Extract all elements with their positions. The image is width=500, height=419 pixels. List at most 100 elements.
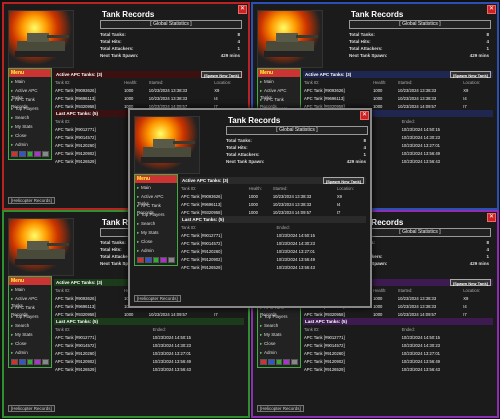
sidebar-item[interactable]: ▸Active APC Tanks: [9, 294, 51, 308]
sidebar-item-label: My Stats: [141, 230, 159, 235]
table-row[interactable]: APC Tank [#9696113] 1000 10/23/2024 13:38:…: [303, 94, 493, 102]
sidebar-item[interactable]: ▸Top Players: [135, 210, 177, 219]
sidebar-item[interactable]: ▸Main: [135, 183, 177, 192]
table-cell: I7: [463, 311, 467, 317]
table-row[interactable]: APC Tank [#9014572] 10/23/2024 14:30:23: [54, 341, 244, 349]
color-swatch[interactable]: [11, 359, 18, 365]
table-row[interactable]: APC Tank [#9696113] 1000 10/23/2024 13:38:…: [180, 200, 366, 208]
sidebar-item[interactable]: ▸Top Players: [258, 312, 300, 321]
sidebar-item[interactable]: ▸Top Players: [9, 312, 51, 321]
spawn-tank-button[interactable]: [Spawn New Tank]: [449, 279, 491, 286]
sidebar-item[interactable]: ▸My Stats: [258, 330, 300, 339]
sidebar-item[interactable]: ▸Close: [258, 339, 300, 348]
table-row[interactable]: APC Tank [#9014572] 10/23/2024 14:30:23: [180, 239, 366, 247]
sidebar-item[interactable]: ▸Active APC Tanks: [135, 192, 177, 206]
color-swatch[interactable]: [260, 359, 267, 365]
close-icon[interactable]: ✕: [487, 5, 496, 14]
table-cell: I4: [336, 201, 341, 207]
sidebar-item[interactable]: ▸Admin: [135, 246, 177, 255]
sidebar-item[interactable]: ▸APC Tank Records: [9, 303, 51, 317]
sidebar-item[interactable]: ▸My Stats: [9, 330, 51, 339]
table-row[interactable]: APC Tank [#9012771] 10/23/2024 14:50:15: [180, 231, 366, 239]
sidebar-item[interactable]: ▸Active APC Tanks: [9, 86, 51, 100]
sidebar-item[interactable]: ▸Close: [135, 237, 177, 246]
sidebar-item[interactable]: ▸Main: [9, 285, 51, 294]
sidebar-item[interactable]: ▸APC Tank Records: [258, 95, 300, 109]
color-swatch[interactable]: [42, 359, 49, 365]
table-row[interactable]: APC Tank [#9093626] 1000 10/23/2024 13:38:…: [180, 192, 366, 200]
sidebar-item[interactable]: ▸Admin: [9, 140, 51, 149]
table-row[interactable]: APC Tank [#9120902] 10/23/2024 13:56:49: [303, 357, 493, 365]
sidebar-item[interactable]: ▸Admin: [258, 348, 300, 357]
color-swatch[interactable]: [267, 359, 275, 365]
table-row[interactable]: APC Tank [#9126529] 10/23/2024 13:56:43: [303, 365, 493, 373]
sidebar-item[interactable]: ▸Search: [135, 219, 177, 228]
stat-label: Next Tank Spawn:: [349, 53, 388, 58]
color-swatch[interactable]: [137, 257, 144, 263]
helicopter-records-button[interactable]: [Helicopter Records]: [8, 197, 55, 204]
helicopter-records-button[interactable]: [Helicopter Records]: [134, 295, 181, 302]
helicopter-records-button[interactable]: [Helicopter Records]: [257, 405, 304, 412]
sidebar-item[interactable]: ▸Search: [9, 321, 51, 330]
stat-value: 4: [363, 145, 366, 150]
table-row[interactable]: APC Tank [#9696113] 1000 10/23/2024 13:38:…: [54, 94, 244, 102]
sidebar-item[interactable]: ▸My Stats: [135, 228, 177, 237]
close-icon[interactable]: ✕: [360, 111, 369, 120]
table-row[interactable]: APC Tank [#9012771] 10/23/2024 14:50:15: [303, 333, 493, 341]
table-cell: APC Tank [#9126529]: [181, 264, 222, 270]
sidebar-item[interactable]: ▸Main: [9, 77, 51, 86]
close-icon[interactable]: ✕: [238, 5, 247, 14]
color-swatch[interactable]: [275, 359, 283, 365]
table-row[interactable]: APC Tank [#9012771] 10/23/2024 14:50:15: [54, 333, 244, 341]
sidebar-item[interactable]: ▸Admin: [9, 348, 51, 357]
spawn-tank-button[interactable]: [Spawn New Tank]: [322, 177, 364, 184]
table-row[interactable]: APC Tank [#9126529] 10/23/2024 13:56:43: [180, 263, 366, 271]
color-swatch[interactable]: [283, 359, 291, 365]
table-cell: APC Tank [#9320958]: [55, 311, 96, 317]
spawn-tank-button[interactable]: [Spawn New Tank]: [200, 71, 242, 78]
sidebar-item-label: Close: [264, 341, 276, 346]
color-swatch[interactable]: [168, 257, 175, 263]
column-header: Tank ID:: [181, 224, 197, 230]
color-swatch[interactable]: [152, 257, 160, 263]
color-swatch[interactable]: [18, 359, 26, 365]
color-swatch[interactable]: [291, 359, 298, 365]
color-swatch[interactable]: [42, 151, 49, 157]
table-row[interactable]: APC Tank [#9120902] 10/23/2024 13:56:49: [180, 255, 366, 263]
close-icon[interactable]: ✕: [487, 213, 496, 222]
last-tanks-table: Tank ID: Ended: APC Tank [#9012771] 10/23/2…: [54, 325, 244, 373]
table-row[interactable]: APC Tank [#9120260] 10/23/2024 13:27:01: [303, 349, 493, 357]
table-row[interactable]: APC Tank [#9014572] 10/23/2024 14:30:23: [303, 341, 493, 349]
color-swatch[interactable]: [26, 359, 34, 365]
table-row[interactable]: APC Tank [#9126529] 10/23/2024 13:56:43: [54, 365, 244, 373]
sidebar-item[interactable]: ▸Search: [9, 113, 51, 122]
sidebar-item[interactable]: ▸My Stats: [9, 122, 51, 131]
color-swatch[interactable]: [144, 257, 152, 263]
table-cell: APC Tank [#9120902]: [55, 358, 96, 364]
table-row[interactable]: APC Tank [#9320958] 1000 10/23/2024 14:09:…: [180, 208, 366, 216]
helicopter-records-button[interactable]: [Helicopter Records]: [8, 405, 55, 412]
sidebar-item[interactable]: ▸Close: [9, 339, 51, 348]
global-stats: Total Tanks:8Total Hits:4Total Attackers…: [100, 31, 240, 59]
table-row[interactable]: APC Tank [#9120260] 10/23/2024 13:27:01: [180, 247, 366, 255]
sidebar-item[interactable]: ▸Active APC Tanks: [258, 86, 300, 100]
table-row[interactable]: APC Tank [#9093626] 1000 10/23/2024 13:38:…: [303, 86, 493, 94]
table-row[interactable]: APC Tank [#9320958] 1000 10/23/2024 14:09:…: [303, 310, 493, 318]
color-swatch[interactable]: [160, 257, 168, 263]
sidebar-item[interactable]: ▸Search: [258, 321, 300, 330]
color-swatch[interactable]: [26, 151, 34, 157]
sidebar-item[interactable]: ▸Close: [9, 131, 51, 140]
table-row[interactable]: APC Tank [#9320958] 1000 10/23/2024 14:09:…: [54, 310, 244, 318]
color-swatch[interactable]: [34, 359, 42, 365]
sidebar-item[interactable]: ▸Main: [258, 77, 300, 86]
sidebar-item[interactable]: ▸Top Players: [9, 104, 51, 113]
color-swatch[interactable]: [34, 151, 42, 157]
sidebar-item[interactable]: ▸APC Tank Records: [135, 201, 177, 215]
table-row[interactable]: APC Tank [#9093626] 1000 10/23/2024 13:38:…: [54, 86, 244, 94]
spawn-tank-button[interactable]: [Spawn New Tank]: [449, 71, 491, 78]
table-row[interactable]: APC Tank [#9120902] 10/23/2024 13:56:49: [54, 357, 244, 365]
sidebar-item[interactable]: ▸APC Tank Records: [9, 95, 51, 109]
color-swatch[interactable]: [18, 151, 26, 157]
color-swatch[interactable]: [11, 151, 18, 157]
table-row[interactable]: APC Tank [#9120260] 10/23/2024 13:27:01: [54, 349, 244, 357]
